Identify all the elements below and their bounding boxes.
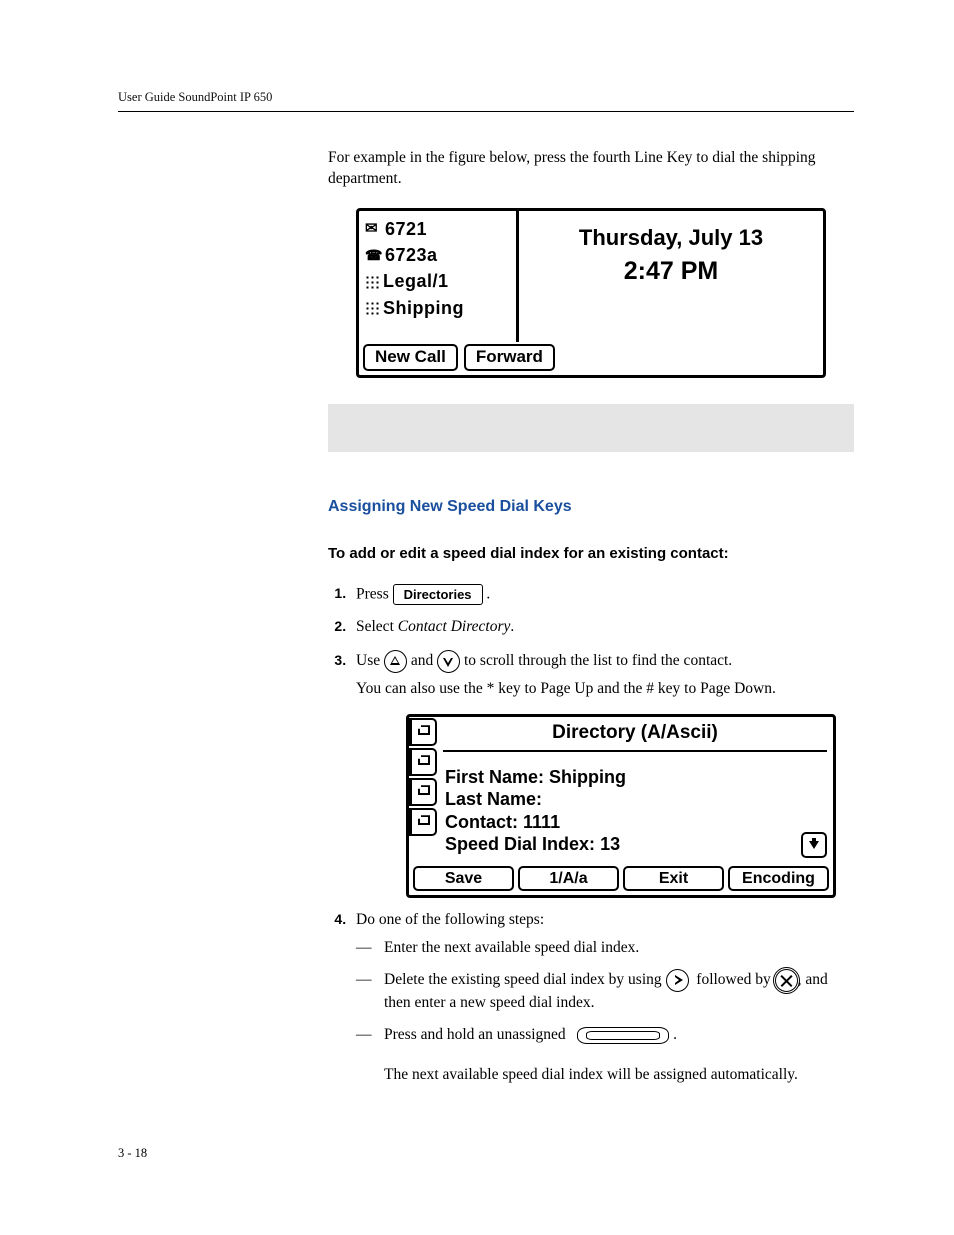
page-number: 3 - 18 [118,1146,147,1160]
idle-screen-info: Thursday, July 13 2:47 PM [519,211,823,342]
step-2-emphasis: Contact Directory [398,618,511,635]
main-content: For example in the figure below, press t… [328,148,854,1086]
phone-screen-figure-2: Directory (A/Ascii) First Name: Shipping… [406,714,836,898]
step-4: Do one of the following steps: Enter the… [350,910,854,1086]
side-tabs [409,717,437,864]
phone-screen-figure-1: 6721 6723a Legal/1 Shipping Thursday, Ju… [356,208,826,378]
tab-icon [409,748,437,776]
softkey-new-call: New Call [363,344,458,371]
section-heading: Assigning New Speed Dial Keys [328,496,854,518]
page-header: User Guide SoundPoint IP 650 [118,90,854,105]
directory-title: Directory (A/Ascii) [443,717,827,752]
step-4-opt2-a: Delete the existing speed dial index by … [384,971,666,988]
step-4-opt3-a: Press and hold an unassigned [384,1026,566,1043]
intro-paragraph: For example in the figure below, press t… [328,148,854,190]
step-4-opt2-b: followed by [696,971,774,988]
page-footer: 3 - 18 [118,1146,854,1161]
line-key-1: 6721 [365,217,510,241]
phone-icon [365,248,381,262]
softkey-encoding: Encoding [728,866,829,892]
step-3-text-a: Use [356,652,384,669]
line-key-4-label: Shipping [383,296,464,320]
step-3: Use and to scroll through the list to fi… [350,650,854,898]
directories-key: Directories [393,584,483,606]
softkey-row-2: Save 1/A/a Exit Encoding [409,864,833,896]
step-3-text-b: and [411,652,437,669]
softkey-mode: 1/A/a [518,866,619,892]
grid-icon [365,275,379,289]
field-last-name: Last Name: [445,788,825,811]
softkey-row: New Call Forward [359,342,823,375]
step-2-text-b: . [510,618,514,635]
directory-fields: First Name: Shipping Last Name: Contact:… [437,752,833,864]
line-key-1-label: 6721 [385,217,427,241]
line-key-2: 6723a [365,243,510,267]
date-display: Thursday, July 13 [525,223,817,253]
tab-icon [409,778,437,806]
time-display: 2:47 PM [525,255,817,289]
steps-list: Press Directories . Select Contact Direc… [328,584,854,1087]
step-3-note: You can also use the * key to Page Up an… [356,679,854,700]
step-4-option-2: Delete the existing speed dial index by … [384,969,854,1014]
step-3-text-c: to scroll through the list to find the c… [464,652,732,669]
line-key-4: Shipping [365,296,510,320]
step-1: Press Directories . [350,584,854,606]
line-key-oval-icon [577,1027,669,1044]
right-arrow-icon [666,969,689,992]
envelope-icon [365,222,381,236]
delete-x-icon [775,969,798,992]
field-contact: Contact: 1111 [445,811,825,834]
tab-icon [409,718,437,746]
softkey-save: Save [413,866,514,892]
grid-icon [365,301,379,315]
step-4-result: The next available speed dial index will… [384,1065,854,1086]
up-arrow-icon [384,650,407,673]
softkey-forward: Forward [464,344,555,371]
step-4-text: Do one of the following steps: [356,911,544,928]
step-4-opt3-b: . [673,1026,677,1043]
down-arrow-icon [437,650,460,673]
grey-note-block [328,404,854,452]
step-1-text-b: . [486,585,490,602]
header-rule [118,111,854,112]
step-4-option-1: Enter the next available speed dial inde… [384,937,854,959]
field-speed-dial: Speed Dial Index: 13 [445,833,825,856]
step-2: Select Contact Directory. [350,617,854,638]
line-keys-panel: 6721 6723a Legal/1 Shipping [359,211,519,342]
step-2-text-a: Select [356,618,398,635]
step-4-options: Enter the next available speed dial inde… [356,937,854,1045]
field-first-name: First Name: Shipping [445,766,825,789]
scroll-down-icon [801,832,827,858]
line-key-3-label: Legal/1 [383,269,449,293]
line-key-2-label: 6723a [385,243,438,267]
softkey-exit: Exit [623,866,724,892]
line-key-3: Legal/1 [365,269,510,293]
tab-icon [409,808,437,836]
procedure-heading: To add or edit a speed dial index for an… [328,544,854,564]
step-1-text-a: Press [356,585,393,602]
step-4-option-3: Press and hold an unassigned . [384,1024,854,1046]
